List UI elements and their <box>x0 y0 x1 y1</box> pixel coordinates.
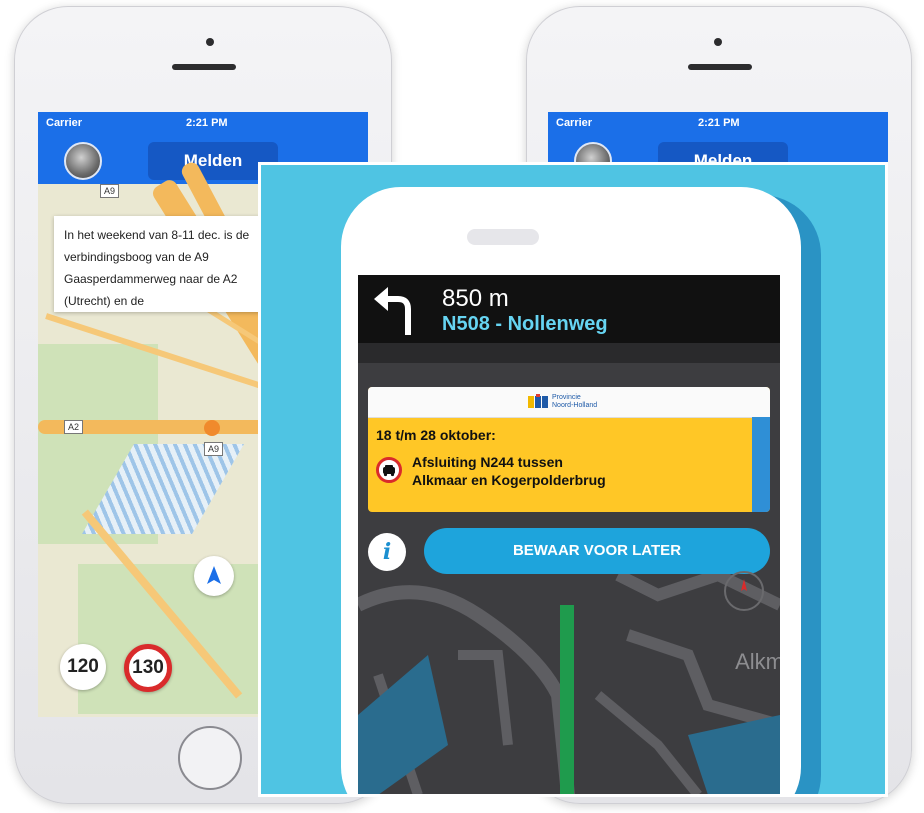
time-label: 2:21 PM <box>186 117 228 129</box>
left-phone-speaker <box>172 64 236 70</box>
notification-message: Afsluiting N244 tussen Alkmaar en Kogerp… <box>412 453 606 489</box>
map-place-label: Alkm <box>735 649 780 674</box>
recenter-button[interactable] <box>194 556 234 596</box>
road-shield-a9b: A9 <box>204 442 224 456</box>
notification-date: 18 t/m 28 oktober: <box>376 427 496 443</box>
traffic-notification[interactable]: Provincie Noord-Holland 18 t/m 28 oktobe… <box>368 387 770 512</box>
road-name: N508 - Nollenweg <box>442 313 608 335</box>
logo-text-line1: Provincie <box>552 394 581 401</box>
compass-icon[interactable] <box>724 571 764 611</box>
turn-left-arrow-icon <box>374 287 411 335</box>
navigation-arrow-icon <box>207 566 221 584</box>
notification-line2: Alkmaar en Kogerpolderbrug <box>412 472 606 488</box>
logo-text-line2: Noord-Holland <box>552 402 598 409</box>
turn-instruction-bar: 850 m N508 - Nollenweg <box>358 275 780 343</box>
notification-scroll-indicator <box>752 417 770 512</box>
no-cars-icon <box>376 457 402 483</box>
left-phone-home-button[interactable] <box>178 726 242 790</box>
featured-phone-speaker <box>467 229 539 245</box>
notification-line1: Afsluiting N244 tussen <box>412 454 563 470</box>
time-label: 2:21 PM <box>698 117 740 129</box>
right-phone-speaker <box>688 64 752 70</box>
right-status-bar: Carrier 2:21 PM <box>548 112 888 134</box>
speed-current: 120 <box>60 644 106 690</box>
road-shield-a9: A9 <box>100 184 120 198</box>
navigation-screen: 850 m N508 - Nollenweg Provincie Noord-H… <box>358 275 780 794</box>
instruction-bar-bottom <box>358 343 780 363</box>
poi-marker-icon[interactable] <box>204 420 220 436</box>
info-card[interactable]: In het weekend van 8-11 dec. is de verbi… <box>54 216 284 312</box>
save-for-later-button[interactable]: BEWAAR VOOR LATER <box>424 528 770 574</box>
provincie-logo-icon <box>528 394 548 408</box>
featured-panel: 850 m N508 - Nollenweg Provincie Noord-H… <box>258 162 888 797</box>
speed-limit-sign: 130 <box>124 644 172 692</box>
map-park <box>78 564 278 714</box>
left-status-bar: Carrier 2:21 PM <box>38 112 368 134</box>
logo-text: Provincie Noord-Holland <box>552 394 597 410</box>
notification-header: Provincie Noord-Holland <box>368 387 770 418</box>
carrier-label: Carrier <box>46 117 83 129</box>
road-shield-a2: A2 <box>64 420 84 434</box>
left-phone-camera <box>206 38 214 46</box>
turn-distance: 850 m <box>442 285 509 312</box>
info-button[interactable]: i <box>368 533 406 571</box>
avatar[interactable] <box>64 142 102 180</box>
right-phone-camera <box>714 38 722 46</box>
carrier-label: Carrier <box>556 117 593 129</box>
